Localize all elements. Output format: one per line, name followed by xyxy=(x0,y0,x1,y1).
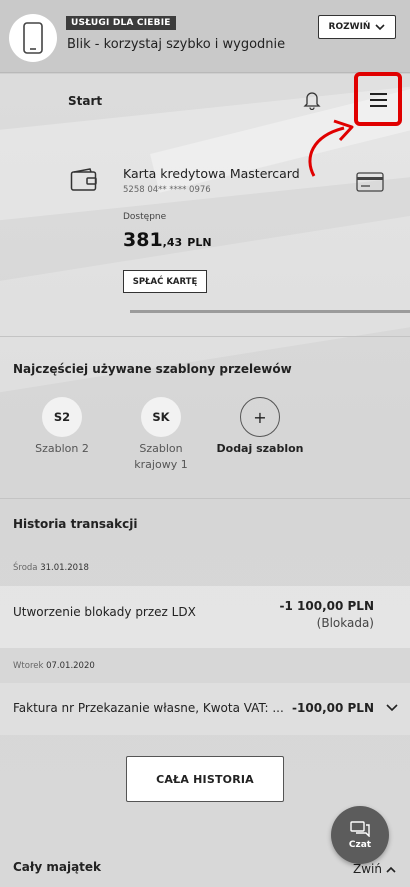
transaction-description: Utworzenie blokady przez LDX xyxy=(13,605,196,619)
template-avatar: S2 xyxy=(42,397,82,437)
chevron-down-icon xyxy=(375,23,386,30)
history-title: Historia transakcji xyxy=(13,517,138,531)
smartphone-icon xyxy=(9,14,57,62)
expand-button[interactable]: ROZWIŃ xyxy=(318,15,396,39)
expand-label: ROZWIŃ xyxy=(328,22,371,32)
collapse-label: Zwiń xyxy=(353,862,382,876)
promo-tag: USŁUGI DLA CIEBIE xyxy=(66,16,176,30)
plus-icon: + xyxy=(240,397,280,437)
chat-button[interactable]: Czat xyxy=(331,806,389,864)
wallet-icon xyxy=(70,168,97,191)
templates-title: Najczęściej używane szablony przelewów xyxy=(13,362,292,376)
template-label-line2: krajowy 1 xyxy=(134,458,188,471)
transaction-amount: -1 100,00 PLN xyxy=(279,599,374,613)
add-template-button[interactable]: + xyxy=(240,397,280,437)
bell-icon[interactable] xyxy=(303,90,321,110)
transaction-amount: -100,00 PLN xyxy=(292,701,374,715)
template-avatar: SK xyxy=(141,397,181,437)
date-value: 07.01.2020 xyxy=(46,661,95,671)
date-day: Środa xyxy=(13,563,38,573)
template-label: Szablon 2 xyxy=(35,442,89,455)
promo-text[interactable]: Blik - korzystaj szybko i wygodnie xyxy=(67,37,285,52)
transaction-description: Faktura nr Przekazanie własne, Kwota VAT… xyxy=(13,701,284,715)
template-sk[interactable]: SK xyxy=(141,397,181,437)
chevron-up-icon xyxy=(386,866,396,873)
date-header: Środa 31.01.2018 xyxy=(13,563,89,573)
chat-bubble-icon xyxy=(350,820,370,837)
amount-currency: PLN xyxy=(187,236,212,249)
pay-card-button[interactable]: SPŁAĆ KARTĘ xyxy=(123,270,207,293)
chat-label: Czat xyxy=(348,839,372,850)
date-header: Wtorek 07.01.2020 xyxy=(13,661,95,671)
annotation-arrow xyxy=(308,119,354,177)
available-amount: 381,43 PLN xyxy=(123,229,212,251)
divider xyxy=(0,336,410,337)
card-number: 5258 04** **** 0976 xyxy=(123,185,211,195)
collapse-button[interactable]: Zwiń xyxy=(353,862,396,876)
all-history-button[interactable]: CAŁA HISTORIA xyxy=(126,756,284,802)
hamburger-menu-icon[interactable] xyxy=(354,72,402,126)
divider xyxy=(0,498,410,499)
card-name[interactable]: Karta kredytowa Mastercard xyxy=(123,166,300,181)
date-value: 31.01.2018 xyxy=(40,563,89,573)
template-label-line1: Szablon xyxy=(139,442,183,455)
chevron-down-icon[interactable] xyxy=(386,704,398,712)
available-label: Dostępne xyxy=(123,212,167,222)
amount-whole: 381 xyxy=(123,229,163,251)
credit-card-icon[interactable] xyxy=(356,172,384,192)
transaction-status: (Blokada) xyxy=(316,616,374,630)
card-carousel-indicator xyxy=(130,310,410,313)
page-title: Start xyxy=(68,94,103,108)
date-day: Wtorek xyxy=(13,661,44,671)
add-template-label: Dodaj szablon xyxy=(216,442,304,455)
assets-title: Cały majątek xyxy=(13,860,102,874)
amount-fraction: ,43 xyxy=(162,236,183,249)
template-s2[interactable]: S2 xyxy=(42,397,82,437)
